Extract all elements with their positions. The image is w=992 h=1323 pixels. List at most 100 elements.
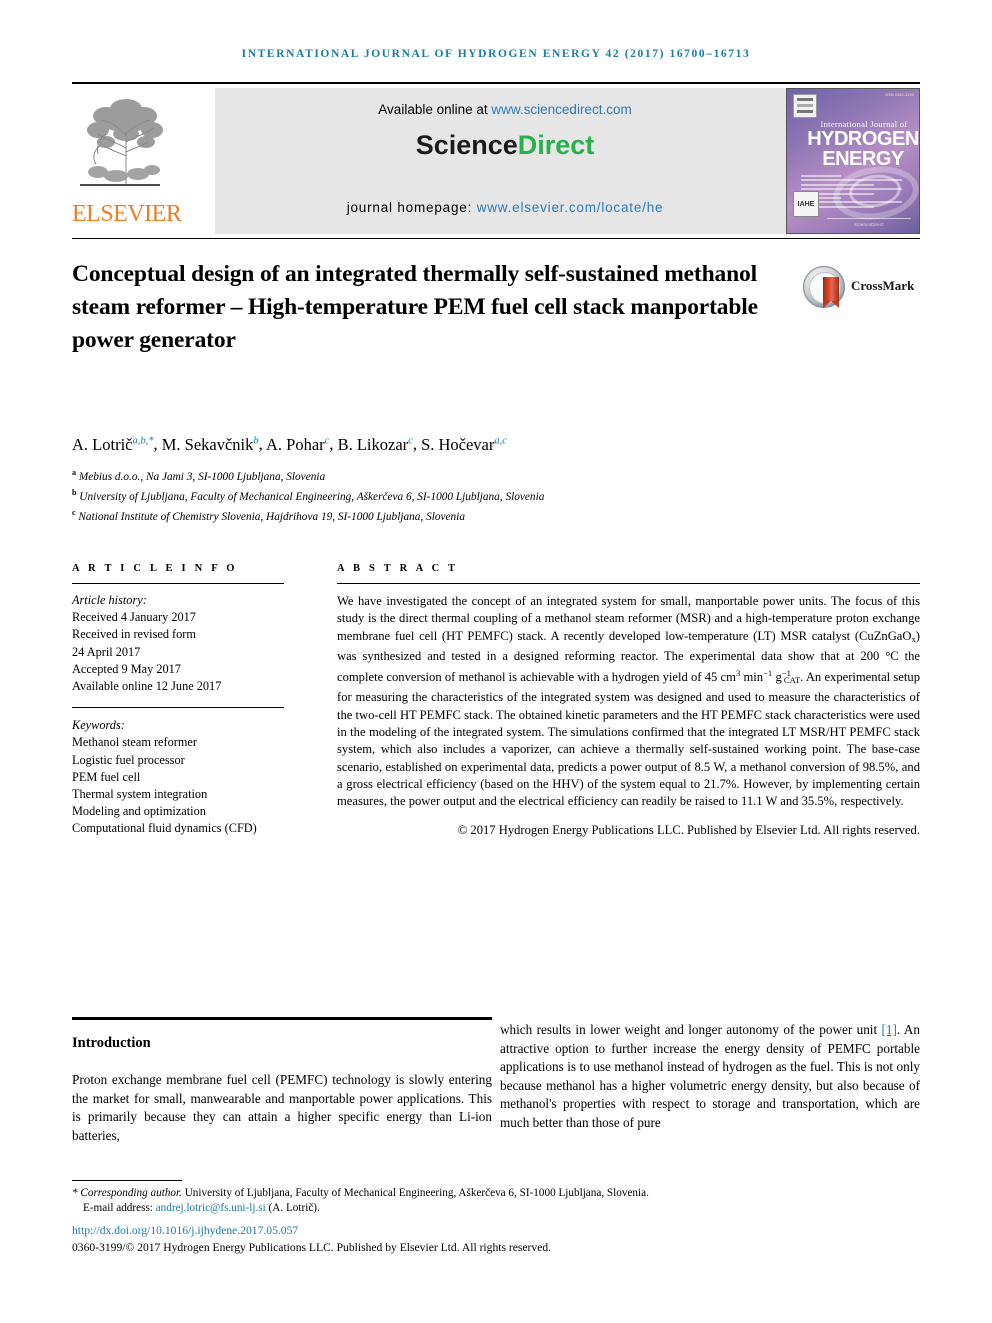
history-item: Received in revised form [72,627,196,642]
iahe-badge-icon [793,94,817,118]
cover-footer-rule [827,218,911,219]
running-head: International Journal of Hydrogen Energy… [241,48,751,60]
corresponding-author-text: University of Ljubljana, Faculty of Mech… [181,1187,649,1199]
article-info-rule [72,583,284,584]
cover-line-3: ENERGY [822,148,904,170]
affiliation-item: a Mebius d.o.o., Na Jami 3, SI-1000 Ljub… [72,465,872,485]
article-info-column: A R T I C L E I N F O Article history: R… [72,563,284,838]
author-entry: M. Sekavčnikb [162,435,259,454]
cover-hfe-badge: IAHE [793,191,819,217]
right-column-text-after-ref: . An attractive option to further increa… [500,1022,920,1130]
citation-link-1[interactable]: [1] [882,1022,897,1037]
article-history-block: Article history: Received 4 January 2017… [72,592,284,695]
author-marks: c [324,435,330,446]
keyword-item: Computational fluid dynamics (CFD) [72,821,257,836]
issn-copyright-line: 0360-3199/© 2017 Hydrogen Energy Publica… [72,1241,552,1254]
keywords-rule [72,707,284,709]
abstract-copyright: © 2017 Hydrogen Energy Publications LLC.… [457,822,920,837]
affiliation-list: a Mebius d.o.o., Na Jami 3, SI-1000 Ljub… [72,465,872,525]
keyword-item: Methanol steam reformer [72,735,197,750]
abstract-part-1: We have investigated the concept of an i… [337,594,920,643]
journal-cover-thumbnail: ISSN 0360-3199 International Journal of … [786,88,920,234]
sciencedirect-word-science: Science [415,130,518,160]
journal-homepage-link[interactable]: www.elsevier.com/locate/he [477,200,664,215]
article-info-heading: A R T I C L E I N F O [72,563,238,574]
keywords-block: Keywords: Methanol steam reformer Logist… [72,717,284,837]
available-online-label: Available online at [378,102,488,117]
abstract-rule [337,583,920,584]
keyword-item: Logistic fuel processor [72,752,185,767]
author-name: A. Lotrič [72,434,133,454]
elsevier-logo: ELSEVIER [72,88,182,234]
author-entry: B. Likozarc [338,435,413,454]
author-marks: a,b,* [132,435,154,446]
author-entry: S. Hočevara,c [421,435,507,454]
sciencedirect-wordmark: ScienceDirect [215,130,795,161]
author-entry: A. Lotriča,b,* [72,435,153,454]
affiliation-item: c National Institute of Chemistry Sloven… [72,505,872,525]
crossmark-label: CrossMark [851,278,915,293]
body-left-column: Proton exchange membrane fuel cell (PEMF… [72,1072,492,1143]
keyword-item: Thermal system integration [72,787,208,802]
unit-subscript-cat: CAT [783,675,801,686]
author-name: B. Likozar [337,434,409,454]
affiliation-mark: b [72,488,77,498]
body-right-column: which results in lower weight and longer… [500,1021,920,1133]
cover-footer-label: ScienceDirect [854,222,884,227]
masthead-rule [72,238,920,239]
author-marks: c [408,435,413,446]
corresponding-author-line: * Corresponding author. University of Lj… [72,1186,920,1201]
sciencedirect-word-direct: Direct [517,130,595,160]
crossmark-badge-icon [803,266,845,308]
journal-homepage-label: journal homepage: [346,200,473,215]
author-marks: a,c [494,435,507,446]
email-link[interactable]: andrej.lotric@fs.uni-lj.si [156,1202,266,1214]
crossmark-inner-circle [809,272,841,308]
cover-corner-note: ISSN 0360-3199 [884,93,914,97]
author-name: A. Pohar [265,434,325,454]
abstract-part-4: g [772,670,782,685]
body-section-rule [72,1017,492,1020]
right-column-text-before-ref: which results in lower weight and longer… [500,1022,882,1037]
affiliation-text: University of Ljubljana, Faculty of Mech… [79,490,545,503]
keywords-label: Keywords: [72,718,125,733]
abstract-part-3: min [740,670,764,685]
email-label: E-mail address: [83,1202,153,1215]
abstract-heading: A B S T R A C T [337,563,459,574]
crossmark-ribbon-icon [823,277,839,308]
email-attribution: (A. Lotrič). [268,1202,320,1215]
header-rule [72,82,920,84]
journal-homepage-line: journal homepage: www.elsevier.com/locat… [215,200,795,215]
history-item: Received 4 January 2017 [72,610,196,625]
paper-page: International Journal of Hydrogen Energy… [0,0,992,1323]
abstract-part-5: . An experimental setup for measuring th… [337,670,921,809]
author-list: A. Lotriča,b,*, M. Sekavčnikb, A. Poharc… [72,434,507,454]
email-line: E-mail address: andrej.lotric@fs.uni-lj.… [72,1201,920,1216]
sciencedirect-banner: Available online at www.sciencedirect.co… [215,88,795,234]
cover-line-2: HYDROGEN [807,128,919,150]
keyword-item: PEM fuel cell [72,769,141,784]
introduction-heading: Introduction [72,1035,151,1051]
elsevier-tree-icon [80,99,163,186]
author-entry: A. Poharc [266,435,329,454]
crossmark-logo[interactable]: CrossMark [803,266,921,310]
affiliation-text: Mebius d.o.o., Na Jami 3, SI-1000 Ljublj… [78,470,326,483]
abstract-text: We have investigated the concept of an i… [337,593,920,811]
corresponding-author-label: * Corresponding author. [72,1187,182,1199]
journal-masthead: ELSEVIER Available online at www.science… [72,88,920,234]
affiliation-item: b University of Ljubljana, Faculty of Me… [72,485,872,505]
article-history-label: Article history: [72,593,147,607]
author-name: M. Sekavčnik [161,434,254,454]
sciencedirect-link[interactable]: www.sciencedirect.com [491,102,631,117]
affiliation-mark: a [72,468,76,477]
unit-superscript-2: −1 [763,668,773,679]
gcat-unit: −1CAT [782,665,800,689]
affiliation-text: National Institute of Chemistry Slovenia… [78,510,465,523]
doi-link[interactable]: http://dx.doi.org/10.1016/j.ijhydene.201… [72,1224,298,1237]
elsevier-wordmark: ELSEVIER [72,201,182,227]
page-title: Conceptual design of an integrated therm… [72,261,758,353]
author-marks: b [253,435,259,446]
abstract-column: A B S T R A C T We have investigated the… [337,563,920,839]
available-online-line: Available online at www.sciencedirect.co… [215,102,795,117]
history-item: Available online 12 June 2017 [72,679,222,694]
